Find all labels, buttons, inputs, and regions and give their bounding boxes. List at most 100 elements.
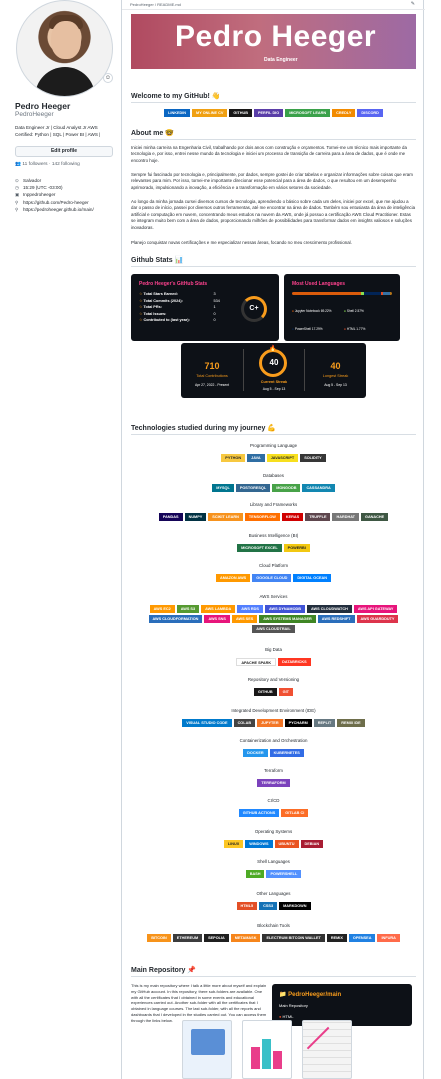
badge-debian[interactable]: DEBIAN <box>300 840 324 848</box>
badge-remix-ide[interactable]: REMIX IDE <box>337 719 365 727</box>
badge-infura[interactable]: INFURA <box>377 934 400 942</box>
link-item-1[interactable]: ⚲ https://github.com/Pedro-heeger <box>15 200 89 206</box>
badge-powerbi[interactable]: POWERBI <box>283 544 310 552</box>
badge-bitcoin[interactable]: BITCOIN <box>147 934 171 942</box>
badge-remix[interactable]: REMIX <box>326 934 347 942</box>
badge-keras[interactable]: KERAS <box>281 513 304 521</box>
current-streak-label: Current Streak <box>260 380 288 384</box>
bar-icon <box>251 1047 260 1069</box>
badge-linkedin[interactable]: LINKEDIN <box>164 109 191 117</box>
badge-numpy[interactable]: NUMPY <box>184 513 207 521</box>
badge-microsoft-learn[interactable]: MICROSOFT LEARN <box>285 109 331 117</box>
badge-github[interactable]: GITHUB <box>254 688 277 696</box>
badge-visual-studio-code[interactable]: VISUAL STUDIO CODE <box>182 719 232 727</box>
badge-credly[interactable]: CREDLY <box>332 109 356 117</box>
github-stats-card[interactable]: Pedro Heeger's GitHub Stats ☆ Total Star… <box>131 274 279 341</box>
badge-mysql[interactable]: MYSQL <box>212 484 234 492</box>
divider <box>243 349 244 391</box>
badge-javascript[interactable]: JAVASCRIPT <box>266 454 299 462</box>
badge-aws-s3[interactable]: AWS S3 <box>176 605 200 613</box>
badge-git[interactable]: GIT <box>278 688 293 696</box>
badge-aws-ec2[interactable]: AWS EC2 <box>149 605 175 613</box>
badge-aws-rds[interactable]: AWS RDS <box>237 605 263 613</box>
reports-thumbnail[interactable] <box>242 1020 292 1079</box>
badge-github[interactable]: GITHUB <box>229 109 252 117</box>
badge-colab[interactable]: COLAB <box>233 719 256 727</box>
badge-pandas[interactable]: PANDAS <box>158 513 183 521</box>
badge-windows[interactable]: WINDOWS <box>245 840 273 848</box>
tech-category-title: Business Intelligence (BI) <box>248 533 299 538</box>
badge-java[interactable]: JAVA <box>247 454 265 462</box>
badge-databricks[interactable]: DATABRICKS <box>278 658 311 666</box>
linkedin-icon: ▣ <box>15 192 20 197</box>
badge-cassandra[interactable]: CASSANDRA <box>302 484 335 492</box>
badge-ethereum[interactable]: ETHEREUM <box>172 934 203 942</box>
file-path[interactable]: PedroHeeger / README.md <box>130 2 181 7</box>
badge-aws-lambda[interactable]: AWS LAMBDA <box>201 605 236 613</box>
badge-postgresql[interactable]: POSTGRESQL <box>235 484 271 492</box>
badge-scikit-learn[interactable]: SCIKIT LEARN <box>208 513 243 521</box>
badge-aws-cloudtrail[interactable]: AWS CLOUDTRAIL <box>252 625 295 633</box>
badge-bash[interactable]: BASH <box>245 870 265 878</box>
avatar[interactable] <box>16 0 113 97</box>
badge-ganache[interactable]: GANACHE <box>360 513 389 521</box>
badge-microsoft-excel[interactable]: MICROSOFT EXCEL <box>237 544 282 552</box>
total-contrib-range: Apr 27, 2022 - Present <box>194 383 230 387</box>
tech-category-title: Integrated Development Environment (IDE) <box>231 708 316 713</box>
badge-mongodb[interactable]: MONGODB <box>272 484 301 492</box>
badge-solidity[interactable]: SOLIDITY <box>300 454 326 462</box>
badge-digital-ocean[interactable]: DIGITAL OCEAN <box>293 574 332 582</box>
badge-google-cloud[interactable]: GOOGLE CLOUD <box>252 574 292 582</box>
badge-github-actions[interactable]: GITHUB ACTIONS <box>238 809 280 817</box>
badge-aws-cloudformation[interactable]: AWS CLOUDFORMATION <box>148 615 203 623</box>
badge-hardhat[interactable]: HARDHAT <box>332 513 359 521</box>
linkedin-item[interactable]: ▣ Inppedroheeger <box>15 192 55 198</box>
streak-card[interactable]: 710 Total Contributions Apr 27, 2022 - P… <box>181 343 366 398</box>
badge-css3[interactable]: CSS3 <box>259 902 278 910</box>
repo-card-title: PedroHeeger/main <box>288 992 342 998</box>
badge-html5[interactable]: HTML5 <box>236 902 258 910</box>
badge-apache-spark[interactable]: APACHE SPARK <box>236 658 277 666</box>
badge-tensorflow[interactable]: TENSORFLOW <box>244 513 280 521</box>
languages-card[interactable]: Most Used Languages ● Jupyter Notebook 6… <box>284 274 400 367</box>
edit-pencil-icon[interactable]: ✎ <box>411 1 415 7</box>
badge-electrum-bitcoin-wallet[interactable]: ELECTRUM BITCOIN WALLET <box>262 934 325 942</box>
tech-badges-row: MYSQL POSTGRESQL MONGODB CASSANDRA <box>131 484 416 494</box>
badge-aws-guardduty[interactable]: AWS GUARDDUTY <box>356 615 399 623</box>
badge-metamask[interactable]: METAMASK <box>230 934 261 942</box>
badge-discord[interactable]: DISCORD <box>357 109 383 117</box>
badge-aws-sns[interactable]: AWS SNS <box>204 615 230 623</box>
badge-replit[interactable]: REPLIT <box>313 719 336 727</box>
badge-truffle[interactable]: TRUFFLE <box>305 513 331 521</box>
badge-aws-ses[interactable]: AWS SES <box>231 615 258 623</box>
badge-docker[interactable]: DOCKER <box>243 749 268 757</box>
badge-ubuntu[interactable]: UBUNTU <box>274 840 299 848</box>
divider <box>131 976 416 977</box>
tech-badges-row: TERRAFORM <box>131 779 416 789</box>
badge-aws-cloudwatch[interactable]: AWS CLOUDWATCH <box>307 605 352 613</box>
badge-markdown[interactable]: MARKDOWN <box>279 902 311 910</box>
badge-aws-redshift[interactable]: AWS REDSHIFT <box>317 615 355 623</box>
badge-perfil-dio[interactable]: PERFIL DIO <box>253 109 284 117</box>
edit-profile-button[interactable]: Edit profile <box>15 146 113 157</box>
badge-opensea[interactable]: OPENSEA <box>348 934 376 942</box>
badge-aws-api-gateway[interactable]: AWS API GATEWAY <box>353 605 398 613</box>
badge-pycharm[interactable]: PYCHARM <box>284 719 312 727</box>
badge-sepolia[interactable]: SEPOLIA <box>204 934 229 942</box>
badge-linux[interactable]: LINUX <box>223 840 244 848</box>
badge-python[interactable]: PYTHON <box>221 454 246 462</box>
badge-terraform[interactable]: TERRAFORM <box>257 779 290 787</box>
badge-aws-dynamodb[interactable]: AWS DYNAMODB <box>264 605 306 613</box>
followers-link[interactable]: 👥 11 followers · 142 following <box>15 162 80 167</box>
badge-jupyter[interactable]: JUPYTER <box>257 719 283 727</box>
set-status-icon[interactable]: ☺ <box>103 73 113 83</box>
link-item-2[interactable]: ⚲ https://pedroheeger.github.io/main/ <box>15 207 94 213</box>
badge-powershell[interactable]: POWERSHELL <box>266 870 302 878</box>
certificates-thumbnail[interactable] <box>182 1020 232 1079</box>
badge-my-online-cv[interactable]: MY ONLINE CV <box>192 109 228 117</box>
badge-kubernetes[interactable]: KUBERNETES <box>269 749 304 757</box>
badge-gitlab-ci[interactable]: GITLAB CI <box>281 809 309 817</box>
badge-aws-systems-manager[interactable]: AWS SYSTEMS MANAGER <box>259 615 316 623</box>
badge-amazon-aws[interactable]: AMAZON AWS <box>215 574 251 582</box>
dashboards-thumbnail[interactable] <box>302 1020 352 1079</box>
